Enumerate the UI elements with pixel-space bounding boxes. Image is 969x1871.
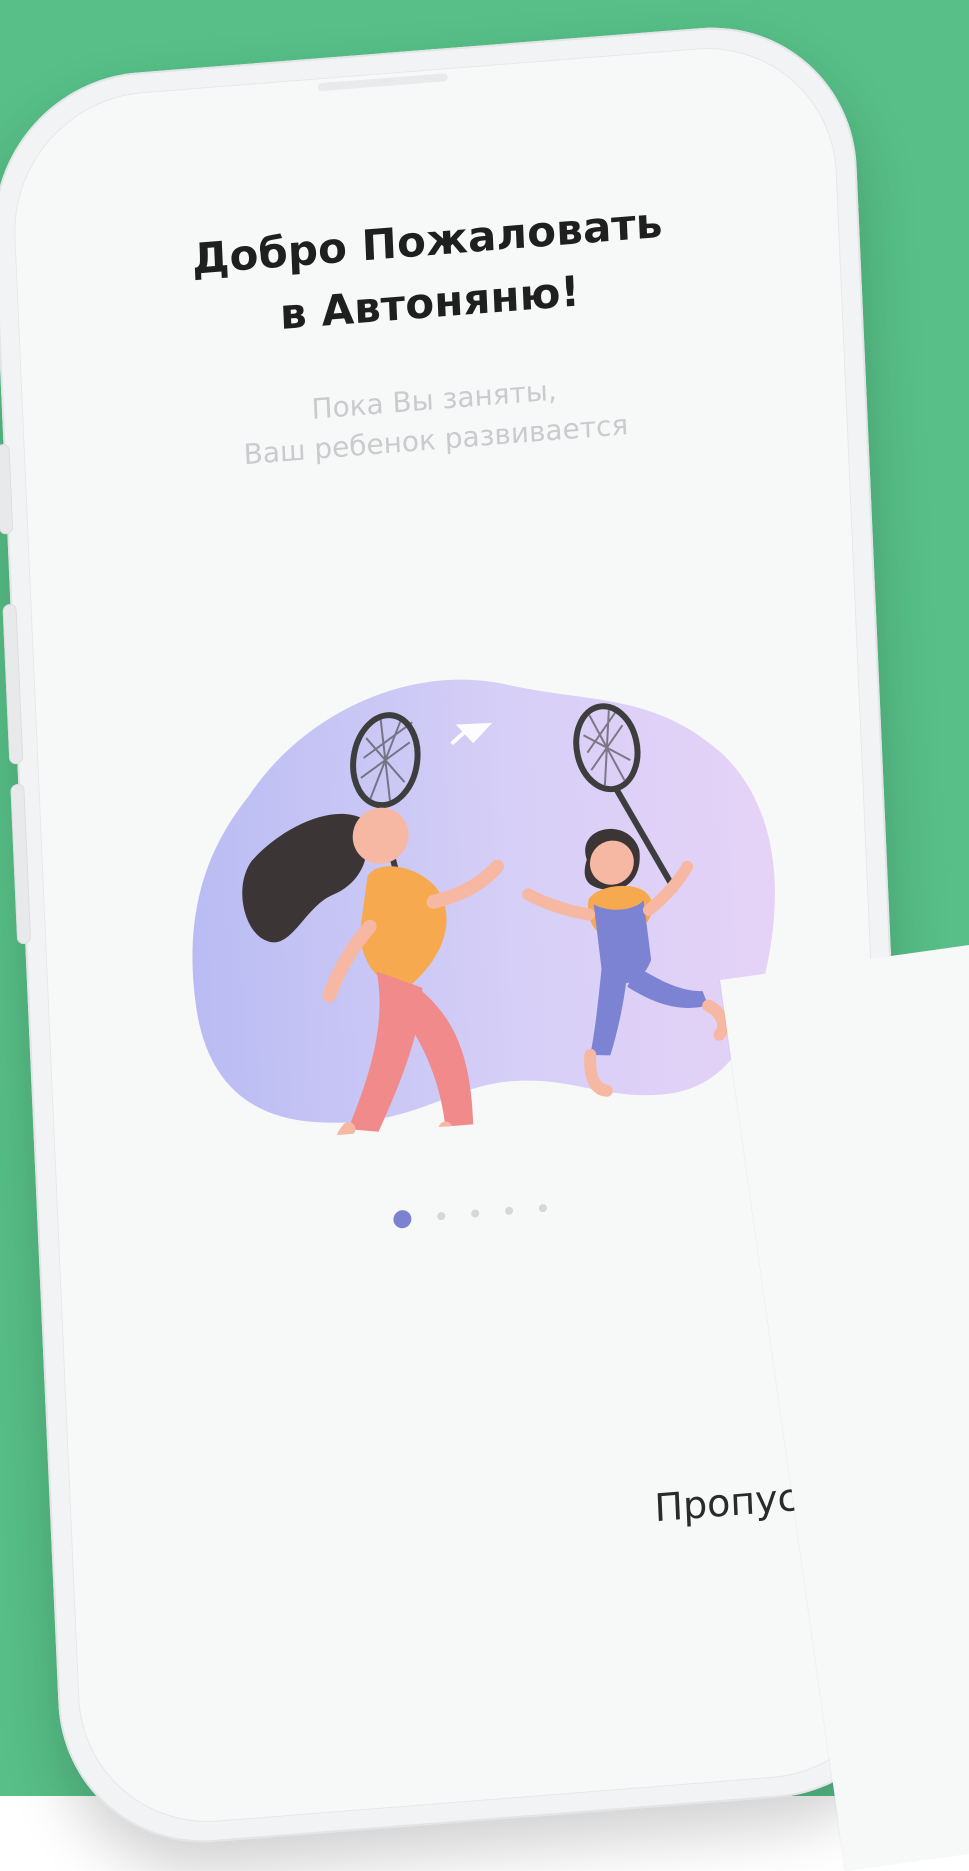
onboarding-screen: Добро Пожаловать в Автоняню! Пока Вы зан… bbox=[34, 60, 881, 1810]
pagination-dot-3[interactable] bbox=[470, 1209, 479, 1218]
page-subtitle: Пока Вы заняты, Ваш ребенок развивается bbox=[47, 350, 823, 491]
page-title: Добро Пожаловать в Автоняню! bbox=[40, 180, 818, 365]
pagination-dot-4[interactable] bbox=[504, 1206, 513, 1216]
pagination-dots[interactable] bbox=[83, 1175, 856, 1254]
phone-mockup: Добро Пожаловать в Автоняню! Пока Вы зан… bbox=[0, 16, 928, 1854]
badminton-illustration bbox=[192, 679, 775, 1150]
pagination-dot-5[interactable] bbox=[538, 1203, 547, 1213]
pagination-dot-1[interactable] bbox=[392, 1209, 412, 1229]
pagination-dot-2[interactable] bbox=[436, 1211, 445, 1221]
